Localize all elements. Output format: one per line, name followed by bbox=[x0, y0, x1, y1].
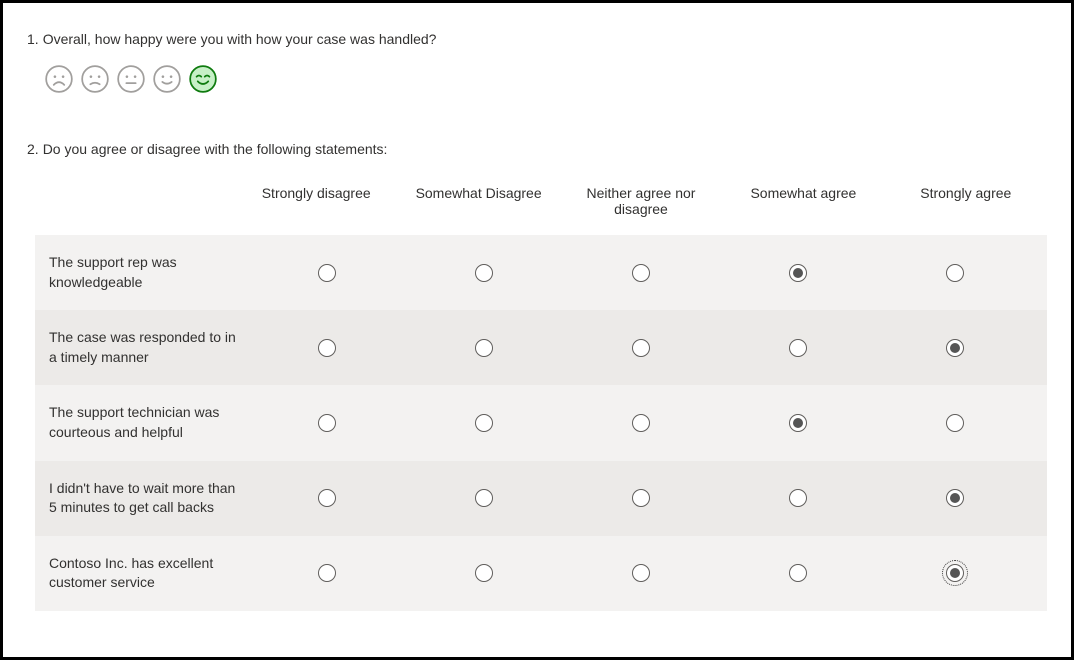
likert-radio[interactable] bbox=[789, 339, 807, 357]
radio-cell bbox=[876, 564, 1033, 582]
q1-text: Overall, how happy were you with how you… bbox=[43, 31, 437, 47]
radio-cell bbox=[249, 339, 406, 357]
likert-radio[interactable] bbox=[789, 564, 807, 582]
likert-radio[interactable] bbox=[946, 564, 964, 582]
happy-icon[interactable] bbox=[153, 65, 181, 93]
row-label: Contoso Inc. has excellent customer serv… bbox=[49, 554, 249, 593]
matrix-row: I didn't have to wait more than 5 minute… bbox=[35, 461, 1047, 536]
matrix-row: The case was responded to in a timely ma… bbox=[35, 310, 1047, 385]
radio-cell bbox=[249, 264, 406, 282]
col-header: Strongly agree bbox=[885, 185, 1047, 217]
likert-radio[interactable] bbox=[789, 264, 807, 282]
likert-radio[interactable] bbox=[632, 264, 650, 282]
radio-cell bbox=[719, 339, 876, 357]
radio-cell bbox=[563, 339, 720, 357]
likert-radio[interactable] bbox=[632, 489, 650, 507]
radio-cell bbox=[249, 564, 406, 582]
radio-cell bbox=[719, 489, 876, 507]
col-header: Neither agree nor disagree bbox=[560, 185, 722, 217]
likert-radio[interactable] bbox=[789, 414, 807, 432]
likert-radio[interactable] bbox=[632, 564, 650, 582]
likert-radio[interactable] bbox=[475, 339, 493, 357]
matrix-row: The support technician was courteous and… bbox=[35, 385, 1047, 460]
smiley-rating bbox=[45, 65, 1047, 93]
row-label: The support technician was courteous and… bbox=[49, 403, 249, 442]
sad-icon[interactable] bbox=[81, 65, 109, 93]
radio-cell bbox=[406, 564, 563, 582]
radio-cell bbox=[876, 264, 1033, 282]
likert-radio[interactable] bbox=[318, 339, 336, 357]
col-header: Somewhat Disagree bbox=[397, 185, 559, 217]
likert-radio[interactable] bbox=[946, 339, 964, 357]
matrix-row: Contoso Inc. has excellent customer serv… bbox=[35, 536, 1047, 611]
q2-text: Do you agree or disagree with the follow… bbox=[43, 141, 388, 157]
matrix-header-row: Strongly disagree Somewhat Disagree Neit… bbox=[35, 175, 1047, 235]
matrix-row: The support rep was knowledgeable bbox=[35, 235, 1047, 310]
likert-radio[interactable] bbox=[318, 489, 336, 507]
likert-radio[interactable] bbox=[632, 414, 650, 432]
radio-cell bbox=[563, 564, 720, 582]
radio-cell bbox=[719, 414, 876, 432]
row-label: The support rep was knowledgeable bbox=[49, 253, 249, 292]
likert-radio[interactable] bbox=[318, 264, 336, 282]
likert-radio[interactable] bbox=[632, 339, 650, 357]
question-1: 1. Overall, how happy were you with how … bbox=[27, 31, 1047, 93]
radio-cell bbox=[563, 414, 720, 432]
row-label: I didn't have to wait more than 5 minute… bbox=[49, 479, 249, 518]
q1-number: 1. bbox=[27, 31, 39, 47]
radio-cell bbox=[249, 414, 406, 432]
row-label: The case was responded to in a timely ma… bbox=[49, 328, 249, 367]
neutral-icon[interactable] bbox=[117, 65, 145, 93]
very-sad-icon[interactable] bbox=[45, 65, 73, 93]
radio-cell bbox=[406, 489, 563, 507]
radio-cell bbox=[563, 264, 720, 282]
likert-radio[interactable] bbox=[318, 414, 336, 432]
likert-radio[interactable] bbox=[789, 489, 807, 507]
likert-radio[interactable] bbox=[318, 564, 336, 582]
col-header: Strongly disagree bbox=[235, 185, 397, 217]
radio-cell bbox=[876, 489, 1033, 507]
likert-radio[interactable] bbox=[475, 489, 493, 507]
radio-cell bbox=[406, 414, 563, 432]
radio-cell bbox=[563, 489, 720, 507]
radio-cell bbox=[719, 564, 876, 582]
col-header: Somewhat agree bbox=[722, 185, 884, 217]
likert-matrix: Strongly disagree Somewhat Disagree Neit… bbox=[35, 175, 1047, 611]
likert-radio[interactable] bbox=[946, 264, 964, 282]
likert-radio[interactable] bbox=[475, 564, 493, 582]
radio-cell bbox=[249, 489, 406, 507]
likert-radio[interactable] bbox=[946, 489, 964, 507]
radio-cell bbox=[406, 264, 563, 282]
likert-radio[interactable] bbox=[946, 414, 964, 432]
question-2: 2. Do you agree or disagree with the fol… bbox=[27, 141, 1047, 611]
radio-cell bbox=[406, 339, 563, 357]
likert-radio[interactable] bbox=[475, 414, 493, 432]
likert-radio[interactable] bbox=[475, 264, 493, 282]
radio-cell bbox=[719, 264, 876, 282]
radio-cell bbox=[876, 339, 1033, 357]
radio-cell bbox=[876, 414, 1033, 432]
q2-number: 2. bbox=[27, 141, 39, 157]
very-happy-icon[interactable] bbox=[189, 65, 217, 93]
